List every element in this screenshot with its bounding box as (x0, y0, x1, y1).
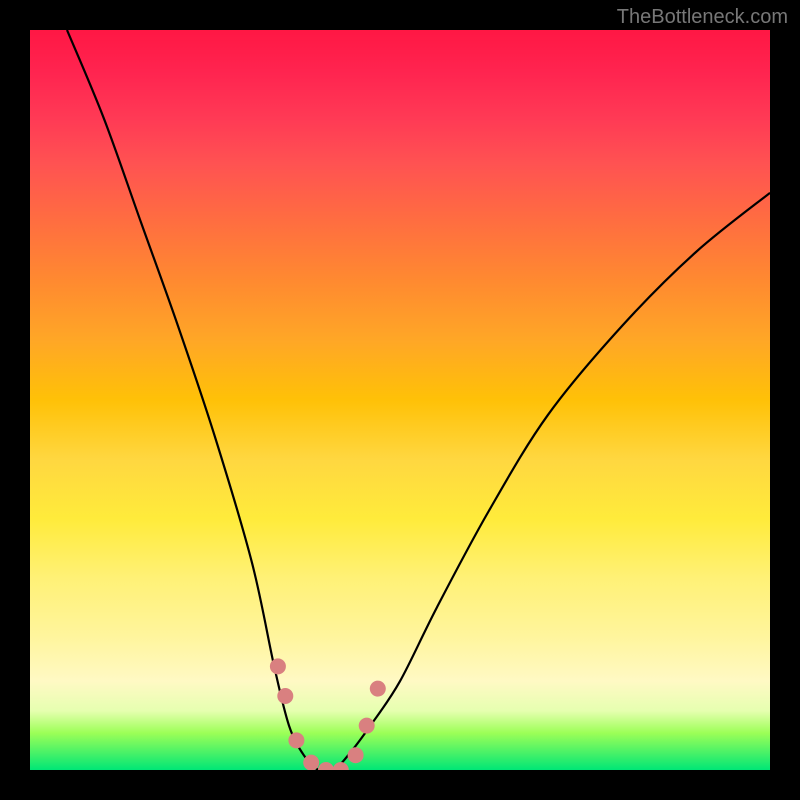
marker-dot (318, 762, 334, 770)
marker-dot (370, 681, 386, 697)
bottleneck-chart-svg (30, 30, 770, 770)
marker-dot (359, 718, 375, 734)
watermark-text: TheBottleneck.com (617, 6, 788, 29)
marker-dot (303, 755, 319, 770)
marker-dot (270, 658, 286, 674)
marker-dot (333, 762, 349, 770)
chart-plot-area (30, 30, 770, 770)
marker-dot (277, 688, 293, 704)
marker-dot (348, 747, 364, 763)
marker-dot (288, 732, 304, 748)
marker-group (270, 658, 386, 770)
bottleneck-curve-path (67, 30, 770, 770)
